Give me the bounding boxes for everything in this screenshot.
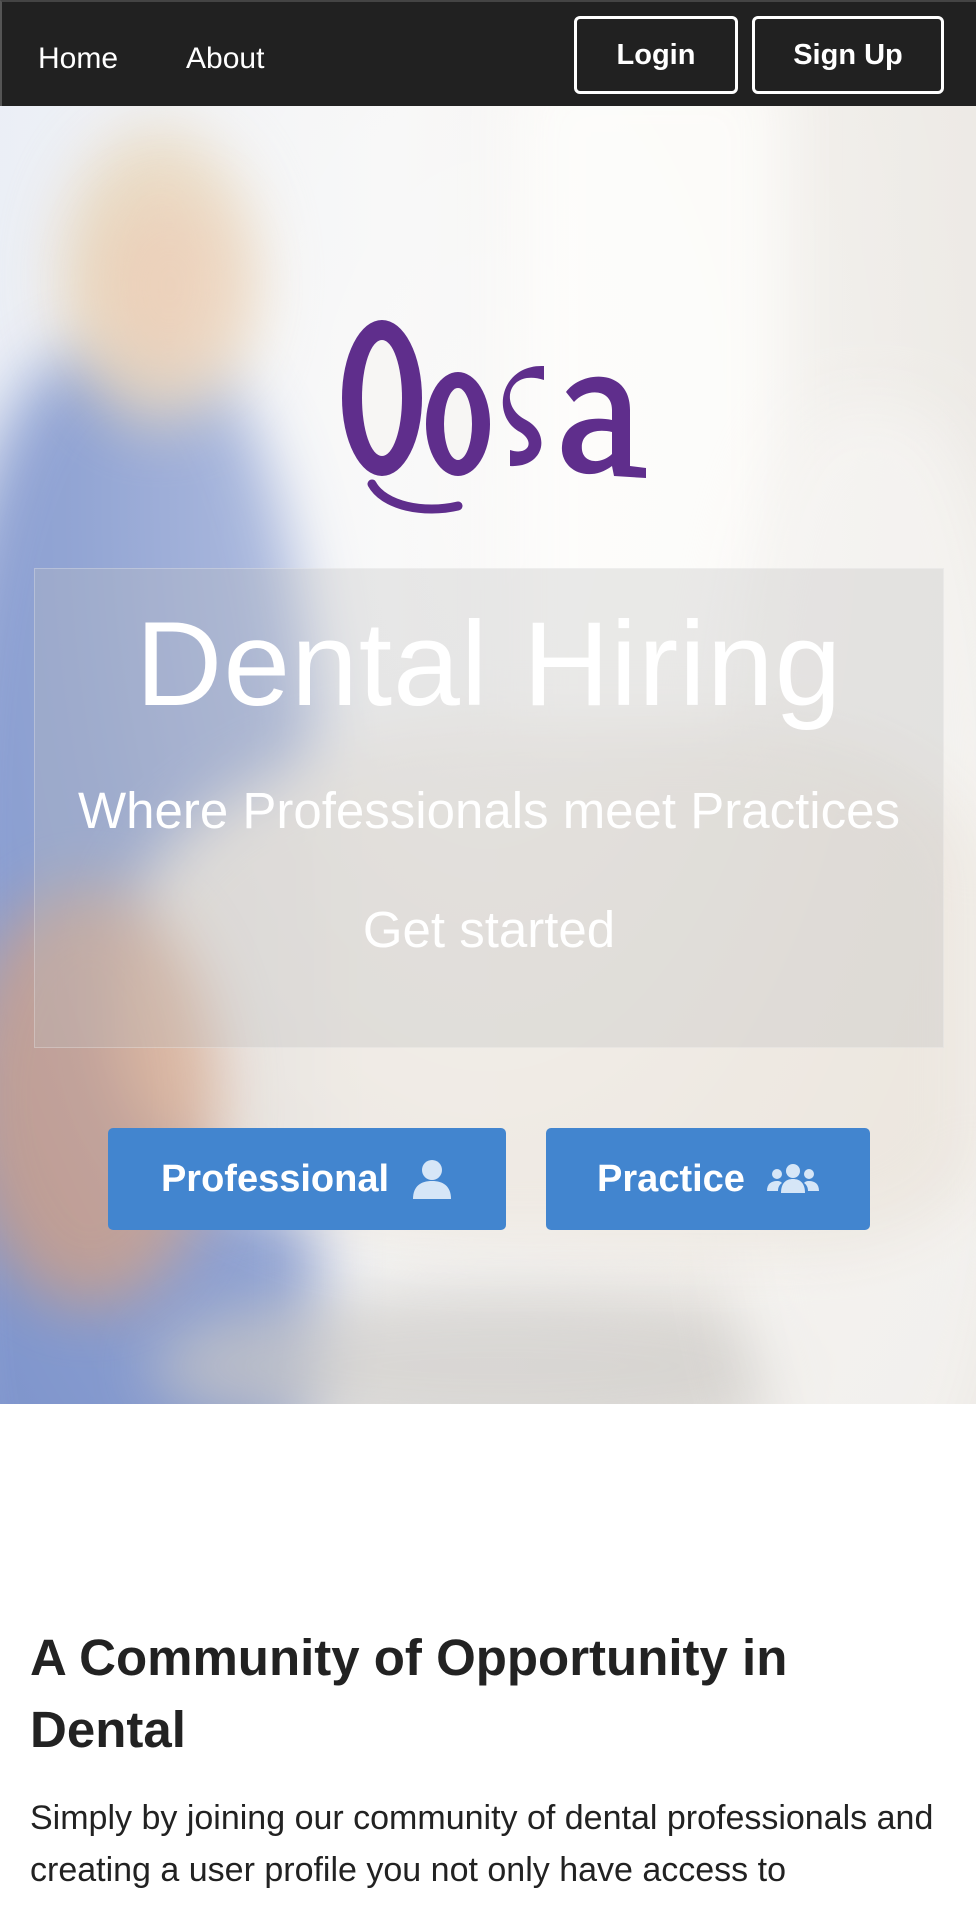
top-navbar: Home About Login Sign Up	[0, 0, 976, 106]
practice-button[interactable]: Practice	[546, 1128, 870, 1230]
community-heading: A Community of Opportunity in Dental	[30, 1629, 788, 1758]
hero-subtitle: Where Professionals meet Practices	[78, 782, 900, 839]
nav-home-link[interactable]: Home	[38, 42, 118, 76]
qosa-logo	[342, 320, 646, 514]
hero-section: Dental Hiring Where Professionals meet P…	[0, 106, 976, 1404]
practice-button-label: Practice	[597, 1157, 745, 1200]
users-icon	[766, 1164, 819, 1193]
hero-text-panel: Dental Hiring Where Professionals meet P…	[34, 568, 944, 1048]
community-body-text: Simply by joining our community of denta…	[30, 1799, 934, 1889]
nav-about-link[interactable]: About	[186, 42, 264, 76]
login-button[interactable]: Login	[574, 16, 738, 94]
signup-button[interactable]: Sign Up	[752, 16, 944, 94]
hero-title: Dental Hiring	[135, 597, 843, 731]
get-started-link[interactable]: Get started	[35, 904, 943, 955]
professional-button[interactable]: Professional	[108, 1128, 506, 1230]
page: Home About Login Sign Up Dental Hiring W…	[0, 0, 976, 1908]
professional-button-label: Professional	[160, 1157, 390, 1200]
user-icon	[413, 1160, 452, 1199]
